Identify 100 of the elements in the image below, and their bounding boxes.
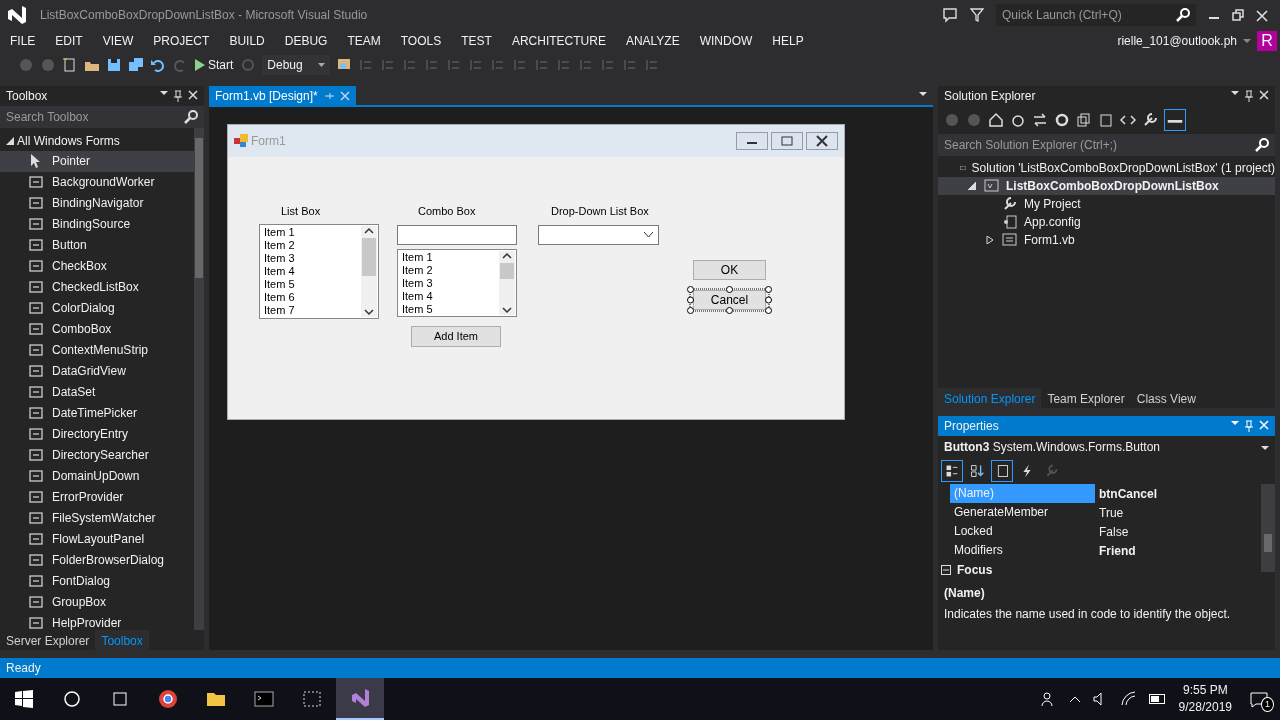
form-window[interactable]: Form1 List Box Combo Box Drop-Down List Box Item 1 Item 2 Item 3 Item 4 Item 5 Item 6 Item 7 Item 1 Item 2 Item 3 Item 4 Item 5 Add Item OK Cancel [227,124,845,420]
list-item[interactable]: Item 3 [402,277,494,290]
panel-tab[interactable]: Class View [1130,388,1202,408]
combo-list[interactable]: Item 1 Item 2 Item 3 Item 4 Item 5 [397,249,517,317]
toolbox-item[interactable]: DomainUpDown [0,465,194,487]
expander-icon[interactable] [968,182,976,190]
menu-item[interactable]: BUILD [219,32,275,50]
home-icon[interactable] [988,112,1004,128]
pin-icon[interactable] [174,89,182,102]
list-item[interactable]: Item 2 [402,264,494,277]
collapse-icon[interactable] [1076,112,1092,128]
toolbox-item[interactable]: DirectoryEntry [0,423,194,445]
list-item[interactable]: Item 1 [402,251,494,264]
menu-item[interactable]: ANALYZE [615,32,690,50]
selected-object[interactable]: Button3 System.Windows.Forms.Button [944,438,1161,456]
tree-item[interactable]: Form1.vb [938,231,1275,249]
tree-item[interactable]: App.config [938,213,1275,231]
start-icon[interactable] [15,690,33,708]
scroll-down-icon[interactable] [499,305,515,315]
combo-box-field[interactable] [397,225,517,245]
feedback-icon[interactable] [942,7,958,23]
menu-item[interactable]: VIEW [92,32,144,50]
toolbox-item[interactable]: DataSet [0,381,194,403]
history-icon[interactable] [1010,112,1026,128]
form-button[interactable]: Cancel [693,290,766,310]
collapse-icon[interactable] [941,564,951,575]
toolbox-item[interactable]: FlowLayoutPanel [0,528,194,550]
preview-icon[interactable] [1164,109,1186,131]
minimize-icon[interactable] [736,132,768,150]
form-button[interactable]: OK [693,260,766,280]
list-item[interactable]: Item 3 [264,252,356,265]
property-page-icon[interactable] [991,460,1013,482]
toolbox-item[interactable]: ContextMenuStrip [0,339,194,361]
wifi-icon[interactable] [1120,691,1137,707]
tree-item[interactable]: ListBoxComboBoxDropDownListBox [938,177,1275,195]
task-view-icon[interactable] [111,690,129,708]
toolbox-item[interactable]: FontDialog [0,570,194,592]
chevron-icon[interactable] [1068,695,1081,703]
battery-icon[interactable] [1148,694,1167,704]
list-item[interactable]: Item 4 [402,290,494,303]
drop-down-list[interactable] [538,225,659,245]
dropdown-icon[interactable] [160,89,168,96]
categorized-icon[interactable] [941,460,963,482]
property-row[interactable]: GenerateMember True [938,503,1261,522]
menu-item[interactable]: WINDOW [689,32,763,50]
list-box[interactable]: Item 1 Item 2 Item 3 Item 4 Item 5 Item 6 Item 7 [259,224,379,319]
undo-icon[interactable] [150,57,166,73]
menu-item[interactable]: TEAM [337,32,391,50]
tree-item[interactable]: My Project [938,195,1275,213]
clock-date[interactable]: 9/28/2019 [1178,699,1232,716]
menu-item[interactable]: HELP [762,32,814,50]
menu-item[interactable]: TOOLS [390,32,452,50]
list-item[interactable]: Item 2 [264,239,356,252]
toolbox-item[interactable]: Pointer [0,150,194,172]
toolbox-item[interactable]: DirectorySearcher [0,444,194,466]
scrollbar[interactable] [361,226,377,317]
notification-icon[interactable] [1250,691,1268,708]
toolbox-item[interactable]: CheckedListBox [0,276,194,298]
dropdown-icon[interactable] [1231,90,1239,96]
expander-icon[interactable] [986,236,994,244]
selection-handles-drawing[interactable] [687,286,772,314]
toolbox-item[interactable]: ErrorProvider [0,486,194,508]
dropdown-icon[interactable] [919,90,927,97]
toolbox-item[interactable]: FileSystemWatcher [0,507,194,529]
wrench-icon[interactable] [1142,112,1158,128]
save-all-icon[interactable] [128,57,144,73]
panel-tab[interactable]: Team Explorer [1041,388,1131,408]
property-row[interactable]: Locked False [938,522,1261,541]
scroll-down-icon[interactable] [361,307,377,317]
clock-time[interactable]: 9:55 PM [1178,682,1232,699]
toolbox-item[interactable]: ColorDialog [0,297,194,319]
start-button[interactable]: Start [194,55,235,75]
pin-icon[interactable] [1245,90,1253,102]
toolbox-item[interactable]: HelpProvider [0,612,194,630]
menu-item[interactable]: DEBUG [274,32,338,50]
tree-item[interactable]: Solution 'ListBoxComboBoxDropDownListBox' (1 project) [938,159,1275,177]
taskbar-app[interactable] [336,678,384,720]
toolbox-group-header[interactable]: All Windows Forms [0,130,194,151]
configuration-dropdown[interactable]: Debug [262,55,331,75]
sync-icon[interactable] [1032,112,1048,128]
menu-item[interactable]: EDIT [45,32,93,50]
list-item[interactable]: Item 5 [402,303,494,316]
list-item[interactable]: Item 4 [264,265,356,278]
account-avatar[interactable]: R [1257,31,1277,51]
search-icon[interactable] [63,690,81,708]
restore-icon[interactable] [1232,9,1244,21]
category-row[interactable]: Focus [938,560,1261,579]
scrollbar[interactable] [499,251,515,315]
list-item[interactable]: Item 6 [264,291,356,304]
panel-tab[interactable]: Toolbox [95,630,149,650]
toolbox-item[interactable]: BindingSource [0,213,194,235]
toolbox-item[interactable]: DataGridView [0,360,194,382]
list-item[interactable]: Item 5 [264,278,356,291]
scrollbar[interactable] [194,127,204,630]
toolbox-item[interactable]: Button [0,234,194,256]
close-icon[interactable] [806,132,838,150]
scrollbar[interactable] [1261,484,1275,572]
menu-item[interactable]: TEST [451,32,502,50]
panel-tab[interactable]: Solution Explorer [938,388,1042,408]
toolbox-item[interactable]: BackgroundWorker [0,171,194,193]
